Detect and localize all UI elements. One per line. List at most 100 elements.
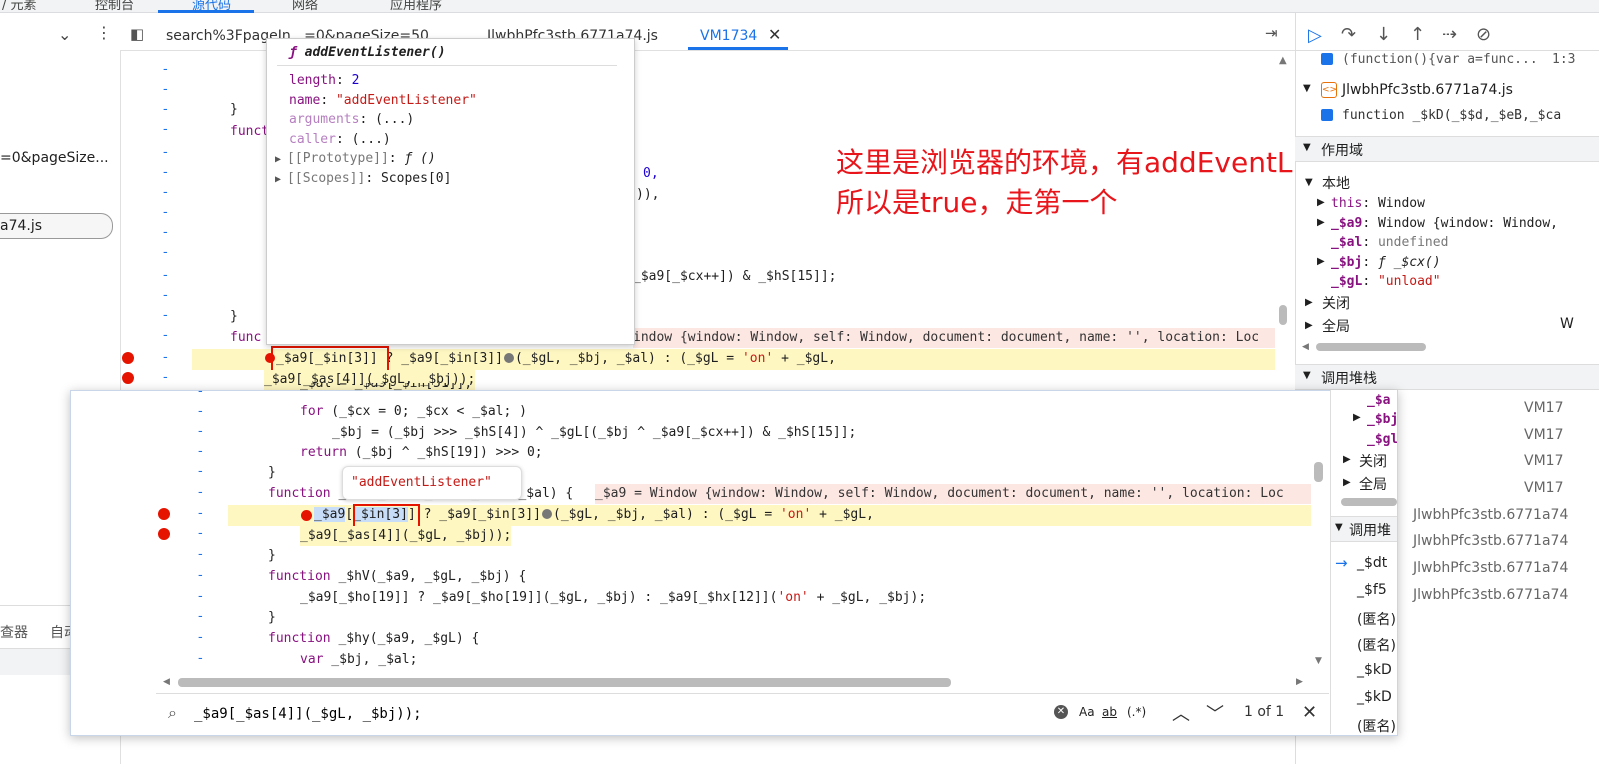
breakpoint-file[interactable]: JlwbhPfc3stb.6771a74.js xyxy=(1342,82,1513,98)
scope-local[interactable]: 本地 xyxy=(1322,173,1350,193)
expand-triangle-icon[interactable]: ▶ xyxy=(1353,412,1361,423)
vertical-scrollbar[interactable] xyxy=(1279,305,1287,325)
callstack-frame[interactable]: (匿名) xyxy=(1357,609,1396,629)
clear-search-icon[interactable]: ✕ xyxy=(1054,705,1068,719)
horizontal-scrollbar[interactable] xyxy=(178,678,951,687)
property-row-expandable[interactable]: ▶ [[Prototype]]: ƒ () xyxy=(275,151,436,166)
expand-triangle-icon[interactable]: ▶ xyxy=(1343,454,1351,465)
callstack-frame[interactable]: _$kD xyxy=(1357,662,1392,678)
inline-breakpoint[interactable] xyxy=(301,510,312,521)
expand-triangle-icon[interactable]: ▶ xyxy=(1317,197,1325,208)
breakpoint-marker[interactable] xyxy=(158,528,170,540)
property-row-expandable[interactable]: ▶ [[Scopes]]: Scopes[0] xyxy=(275,171,451,186)
tab-console[interactable]: 控制台 xyxy=(95,0,134,12)
scope-closure[interactable]: 关闭 xyxy=(1359,451,1387,471)
scope-variable[interactable]: _$a xyxy=(1367,393,1390,408)
callstack-frame[interactable]: (匿名) xyxy=(1357,716,1396,734)
match-case-toggle[interactable]: Aa xyxy=(1079,705,1095,719)
breakpoint-checkbox[interactable] xyxy=(1321,109,1333,121)
chevron-down-icon[interactable]: ⌄ xyxy=(58,25,71,44)
callstack-frame[interactable]: _$kD xyxy=(1357,689,1392,705)
horizontal-scrollbar[interactable] xyxy=(1341,498,1397,506)
scope-variable[interactable]: this: Window xyxy=(1331,196,1425,211)
vertical-scrollbar[interactable] xyxy=(1314,462,1323,482)
bottom-tab[interactable]: 查器 xyxy=(0,622,28,642)
line-gutter: - xyxy=(198,651,203,666)
scroll-left-arrow[interactable]: ◀ xyxy=(163,677,170,687)
scope-variable[interactable]: _$a9: Window {window: Window, xyxy=(1331,216,1558,231)
callstack-frame[interactable]: _$dt xyxy=(1357,555,1387,571)
whole-word-toggle[interactable]: ab xyxy=(1102,705,1117,719)
more-options-icon[interactable]: ⋮ xyxy=(96,23,112,42)
property-row[interactable]: arguments: (...) xyxy=(289,112,414,127)
expand-triangle-icon[interactable]: ▶ xyxy=(1343,477,1351,488)
scroll-up-arrow[interactable]: ▲ xyxy=(1279,55,1287,66)
callstack-location[interactable]: VM17 xyxy=(1524,427,1563,443)
scope-variable[interactable]: _$bj xyxy=(1367,412,1397,427)
scroll-left-arrow[interactable]: ◀ xyxy=(1302,342,1309,352)
close-tab-icon[interactable]: ✕ xyxy=(768,25,781,44)
collapse-triangle-icon[interactable]: ▼ xyxy=(1305,177,1313,188)
code-line: _$a9[_$ho[19]] ? _$a9[_$ho[19]](_$gL, _$… xyxy=(300,590,927,605)
next-match-icon[interactable]: ﹀ xyxy=(1206,700,1224,726)
scope-variable[interactable]: _$al: undefined xyxy=(1331,235,1448,250)
property-row[interactable]: name: "addEventListener" xyxy=(289,93,477,108)
tab-elements[interactable]: / 元素 xyxy=(2,0,37,12)
search-input[interactable] xyxy=(192,702,1046,726)
expand-triangle-icon[interactable]: ▶ xyxy=(1305,320,1313,331)
scroll-right-arrow[interactable]: ▶ xyxy=(1296,677,1303,687)
tab-network[interactable]: 网络 xyxy=(292,0,318,12)
callstack-section-header[interactable]: ▼ 调用堆栈 xyxy=(1295,364,1599,390)
breakpoint-marker[interactable] xyxy=(158,508,170,520)
property-row[interactable]: caller: (...) xyxy=(289,132,391,147)
tab-application[interactable]: 应用程序 xyxy=(390,0,442,12)
callstack-location[interactable]: VM17 xyxy=(1524,453,1563,469)
scope-variable[interactable]: _$gL: "unload" xyxy=(1331,274,1441,289)
line-gutter: - xyxy=(163,205,168,220)
callstack-frame[interactable]: (匿名) xyxy=(1357,635,1396,655)
property-row[interactable]: length: 2 xyxy=(289,73,359,88)
file-tree-item-selected[interactable]: a74.js xyxy=(0,213,113,239)
callstack-section-header[interactable]: ▼ 调用堆 xyxy=(1331,516,1397,542)
scope-section-header[interactable]: ▼ 作用域 xyxy=(1295,136,1599,162)
step-into-icon[interactable]: ↓ xyxy=(1376,24,1391,45)
expand-triangle-icon[interactable]: ▶ xyxy=(1305,297,1313,308)
toggle-navigator-icon[interactable]: ◧ xyxy=(130,25,144,43)
callstack-frame[interactable]: _$f5 xyxy=(1357,582,1387,598)
deactivate-breakpoints-icon[interactable]: ⊘ xyxy=(1476,24,1491,45)
breakpoint-marker[interactable] xyxy=(122,372,134,384)
callstack-location[interactable]: JlwbhPfc3stb.6771a74 xyxy=(1413,533,1568,549)
breakpoint-checkbox[interactable] xyxy=(1321,53,1333,65)
collapse-triangle-icon[interactable]: ▼ xyxy=(1303,83,1311,94)
line-gutter: - xyxy=(198,424,203,439)
inline-breakpoint-inactive[interactable] xyxy=(503,353,514,363)
callstack-location[interactable]: VM17 xyxy=(1524,480,1563,496)
expand-triangle-icon[interactable]: ▶ xyxy=(1317,256,1325,267)
scope-closure[interactable]: 关闭 xyxy=(1322,293,1350,313)
breakpoint-marker[interactable] xyxy=(122,352,134,364)
toggle-debugger-icon[interactable]: ⇥ xyxy=(1265,24,1278,42)
callstack-location[interactable]: JlwbhPfc3stb.6771a74 xyxy=(1413,587,1568,603)
step-over-icon[interactable]: ↷ xyxy=(1341,24,1356,45)
scope-variable[interactable]: _$gl xyxy=(1367,432,1397,447)
search-icon: ⌕ xyxy=(168,703,177,722)
previous-match-icon[interactable]: ︿ xyxy=(1172,700,1190,726)
regex-toggle[interactable]: (.*) xyxy=(1127,705,1146,719)
step-out-icon[interactable]: ↑ xyxy=(1410,24,1425,45)
file-icon: <> xyxy=(1321,82,1337,98)
horizontal-scrollbar[interactable] xyxy=(1316,343,1426,351)
scope-global[interactable]: 全局 xyxy=(1322,316,1350,336)
line-gutter: - xyxy=(163,122,168,137)
editor-tab-active[interactable]: VM1734 xyxy=(700,28,757,44)
step-icon[interactable]: ⇢ xyxy=(1442,24,1457,45)
callstack-location[interactable]: JlwbhPfc3stb.6771a74 xyxy=(1413,560,1568,576)
scope-variable[interactable]: _$bj: ƒ _$cx() xyxy=(1331,255,1441,270)
file-tree-item[interactable]: =0&pageSize... xyxy=(0,150,109,166)
resume-icon[interactable]: ▷ xyxy=(1308,25,1322,46)
expand-triangle-icon[interactable]: ▶ xyxy=(1317,217,1325,228)
callstack-location[interactable]: JlwbhPfc3stb.6771a74 xyxy=(1413,507,1568,523)
scope-global[interactable]: 全局 xyxy=(1359,474,1387,494)
callstack-location[interactable]: VM17 xyxy=(1524,400,1563,416)
scroll-down-arrow[interactable]: ▼ xyxy=(1315,656,1322,666)
close-search-icon[interactable]: ✕ xyxy=(1302,702,1317,723)
